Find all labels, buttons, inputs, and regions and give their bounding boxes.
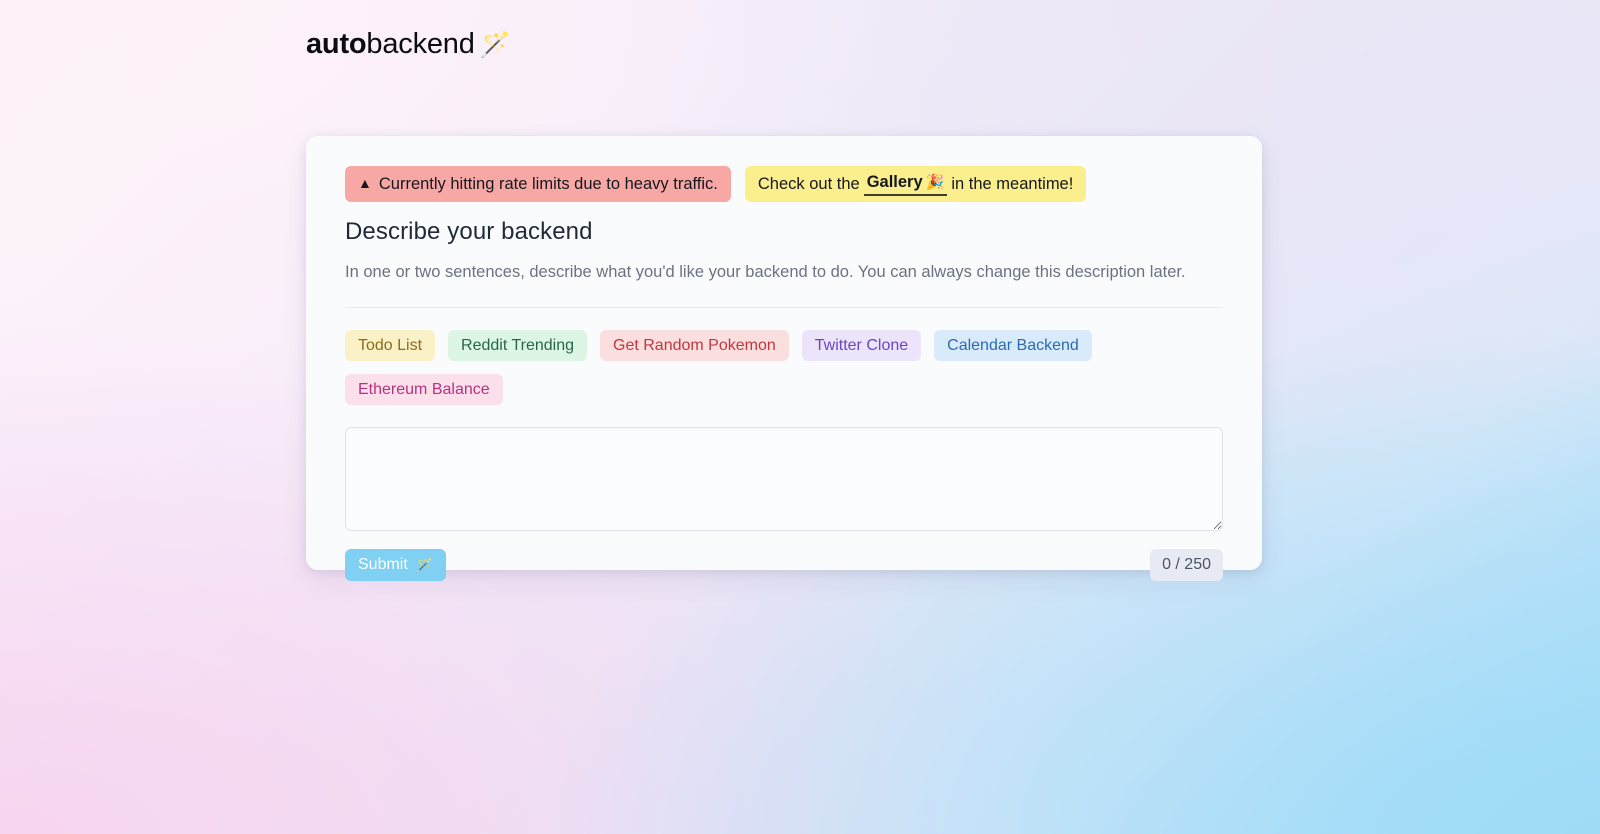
- rate-limit-alert-text: Currently hitting rate limits due to hea…: [378, 174, 718, 193]
- page-title: Describe your backend: [345, 218, 593, 245]
- submit-button[interactable]: Submit 🪄: [345, 549, 447, 581]
- gallery-info-banner: Check out the Gallery 🎉 in the meantime!: [744, 166, 1087, 202]
- submit-button-label: Submit: [358, 556, 408, 573]
- gallery-link[interactable]: Gallery 🎉: [863, 172, 948, 196]
- example-chip-label: Ethereum Balance: [358, 380, 490, 398]
- example-chip[interactable]: Calendar Backend: [934, 330, 1092, 361]
- backend-description-input[interactable]: [345, 427, 1223, 531]
- example-chip[interactable]: Reddit Trending: [448, 330, 588, 361]
- rate-limit-alert-banner: ▲ Currently hitting rate limits due to h…: [345, 166, 731, 202]
- magic-wand-icon: 🪄: [479, 31, 511, 59]
- example-chip-label: Calendar Backend: [947, 336, 1079, 354]
- logo-text-auto: auto: [306, 28, 367, 60]
- character-counter: 0 / 250: [1150, 549, 1223, 581]
- magic-wand-icon: 🪄: [415, 556, 434, 573]
- example-chip[interactable]: Todo List: [345, 330, 436, 361]
- logo-text-backend: backend: [366, 28, 475, 60]
- example-chip[interactable]: Ethereum Balance: [345, 374, 503, 405]
- warning-triangle-icon: ▲: [358, 175, 372, 191]
- example-chip-label: Reddit Trending: [461, 336, 575, 354]
- example-prompt-chips: Todo List Reddit Trending Get Random Pokem…: [345, 330, 1223, 405]
- app-root: autobackend 🪄 ▲ Currently hitting rate li…: [0, 0, 1600, 834]
- gallery-link-label: Gallery: [866, 172, 923, 191]
- page-subtitle: In one or two sentences, describe what y…: [345, 263, 1186, 281]
- example-chip-label: Get Random Pokemon: [613, 336, 776, 354]
- gallery-banner-suffix: in the meantime!: [951, 174, 1074, 193]
- banner-row: ▲ Currently hitting rate limits due to h…: [345, 166, 1223, 202]
- example-chip[interactable]: Twitter Clone: [801, 330, 922, 361]
- card-footer: Submit 🪄 0 / 250: [345, 549, 1223, 581]
- app-logo[interactable]: autobackend 🪄: [306, 26, 511, 63]
- example-chip[interactable]: Get Random Pokemon: [600, 330, 789, 361]
- example-chip-label: Twitter Clone: [814, 336, 909, 354]
- party-popper-icon: 🎉: [925, 173, 945, 191]
- describe-backend-card: ▲ Currently hitting rate limits due to h…: [306, 136, 1262, 581]
- example-chip-label: Todo List: [358, 336, 423, 354]
- section-divider: [345, 307, 1223, 308]
- gallery-banner-prefix: Check out the: [757, 174, 860, 193]
